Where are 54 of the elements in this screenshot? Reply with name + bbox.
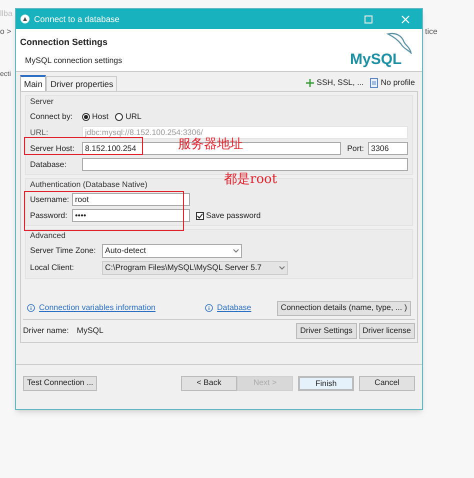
background-text: tice [425,26,438,38]
field-label: Password: [30,210,68,222]
dropdown[interactable]: C:\Program Files\MySQL\MySQL Server 5.7 [102,261,288,275]
button[interactable]: Driver license [358,323,415,339]
field-label: Local Client: [30,262,76,274]
input-field[interactable] [82,158,408,171]
annotation-text: 都是root [224,171,278,189]
document-icon [370,78,378,88]
info-icon [27,304,35,312]
background-text: llba [0,8,12,20]
field-label: Driver name: [23,325,69,337]
input-field[interactable]: root [72,193,190,206]
logo-text: MySQL [350,50,402,70]
radio-button[interactable]: Host [82,110,108,122]
plus-icon [306,79,314,87]
group-title: Authentication (Database Native) [30,179,148,190]
password-field[interactable]: •••• [72,209,190,222]
header-subtitle: MySQL connection settings [24,54,124,66]
tab[interactable]: Main [20,75,46,91]
radio-button[interactable]: URL [115,110,142,122]
toolbar-button[interactable]: No profile [366,75,418,91]
group-title: Advanced [30,230,66,241]
toolbar-button[interactable]: SSH, SSL, ... [302,75,367,91]
maximize-icon[interactable] [364,14,373,24]
checkbox[interactable]: Save password [196,210,261,222]
link[interactable]: Database [205,302,252,314]
button[interactable]: Driver Settings [296,323,357,339]
group-title: Server [30,96,54,107]
field-label: Server Time Zone: [30,245,97,257]
checkmark-icon [197,212,203,218]
button[interactable]: < Back [181,376,237,390]
field-label: Port: [347,142,364,154]
button[interactable]: Finish [298,376,354,390]
button[interactable]: Test Connection ... [23,376,98,390]
header-title: Connection Settings [20,36,108,49]
chevron-down-icon [233,249,239,253]
info-icon [205,304,213,312]
background-text: o > [0,26,12,38]
button[interactable]: Cancel [359,376,415,390]
dropdown[interactable]: Auto-detect [102,244,242,258]
field-label: Server Host: [30,142,76,154]
chevron-down-icon [279,266,285,270]
app-icon [20,14,30,24]
link[interactable]: Connection variables information [27,302,205,314]
field-label: Connect by: [30,110,74,122]
field-label: URL: [30,126,50,138]
button[interactable]: Connection details (name, type, ... ) [276,300,411,316]
close-icon[interactable] [401,14,410,24]
tab[interactable]: Driver properties [46,76,118,91]
field-label: Username: [30,194,70,206]
window-title: Connect to a database [34,12,121,26]
field-label: Database: [30,158,68,170]
driver-name: MySQL [76,325,104,337]
input-field[interactable]: 3306 [368,142,408,155]
